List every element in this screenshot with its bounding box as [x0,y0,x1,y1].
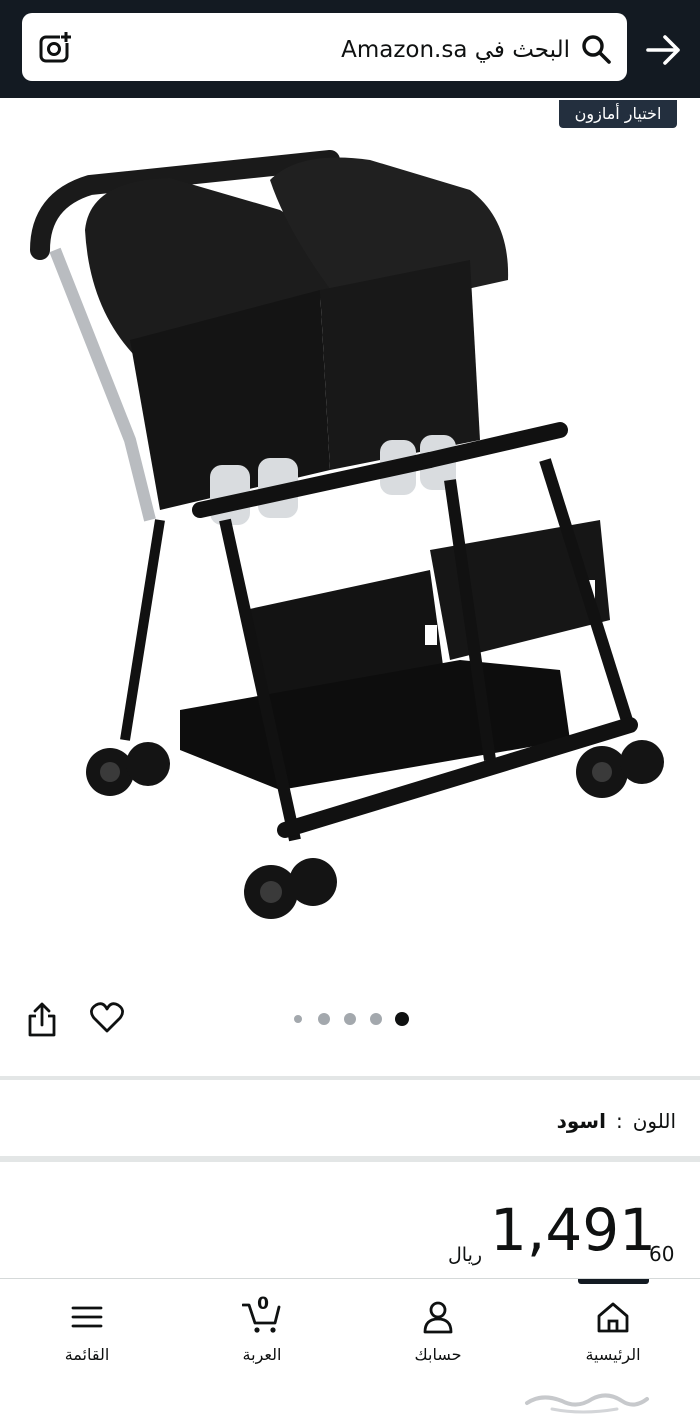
heart-icon[interactable] [90,1002,124,1034]
color-value: اسود [556,1109,606,1133]
variant-color[interactable]: اللون: اسود [557,1104,676,1138]
carousel-dot[interactable] [294,1015,302,1023]
search-icon[interactable] [581,34,611,64]
haraj-watermark [525,1393,649,1414]
nav-home[interactable]: الرئيسية [553,1289,673,1379]
carousel-dots[interactable] [290,1012,410,1026]
nav-home-label: الرئيسية [585,1345,641,1364]
amazon-choice-badge: اختيار أمازون [559,100,677,128]
section-divider [0,1156,700,1162]
price-currency: ريال [448,1244,483,1266]
carousel-dot[interactable] [318,1013,330,1025]
menu-icon [71,1306,103,1328]
price-fraction: 60 [649,1242,675,1266]
forward-arrow-icon[interactable] [645,33,683,67]
carousel-dot-active[interactable] [395,1012,409,1026]
active-tab-indicator [578,1279,649,1284]
nav-account[interactable]: حسابك [378,1289,498,1379]
nav-menu[interactable]: القائمة [27,1289,147,1379]
home-icon [597,1302,629,1333]
color-separator: : [615,1109,623,1133]
price-whole: 1,491 [490,1196,657,1264]
carousel-dot[interactable] [370,1013,382,1025]
bottom-nav: الرئيسية حسابك 0 العربة القائمة [0,1278,700,1388]
nav-cart[interactable]: 0 العربة [202,1289,322,1379]
stroller-image[interactable] [30,140,670,950]
camera-icon[interactable] [38,31,72,65]
search-input[interactable]: البحث في Amazon.sa [110,34,570,66]
carousel-dot[interactable] [344,1013,356,1025]
user-icon [423,1301,453,1334]
nav-account-label: حسابك [414,1345,462,1364]
nav-cart-label: العربة [242,1345,282,1364]
section-divider [0,1076,700,1080]
nav-menu-label: القائمة [64,1345,110,1364]
color-label: اللون [632,1109,676,1133]
share-icon[interactable] [26,1002,58,1038]
cart-count: 0 [257,1294,269,1314]
